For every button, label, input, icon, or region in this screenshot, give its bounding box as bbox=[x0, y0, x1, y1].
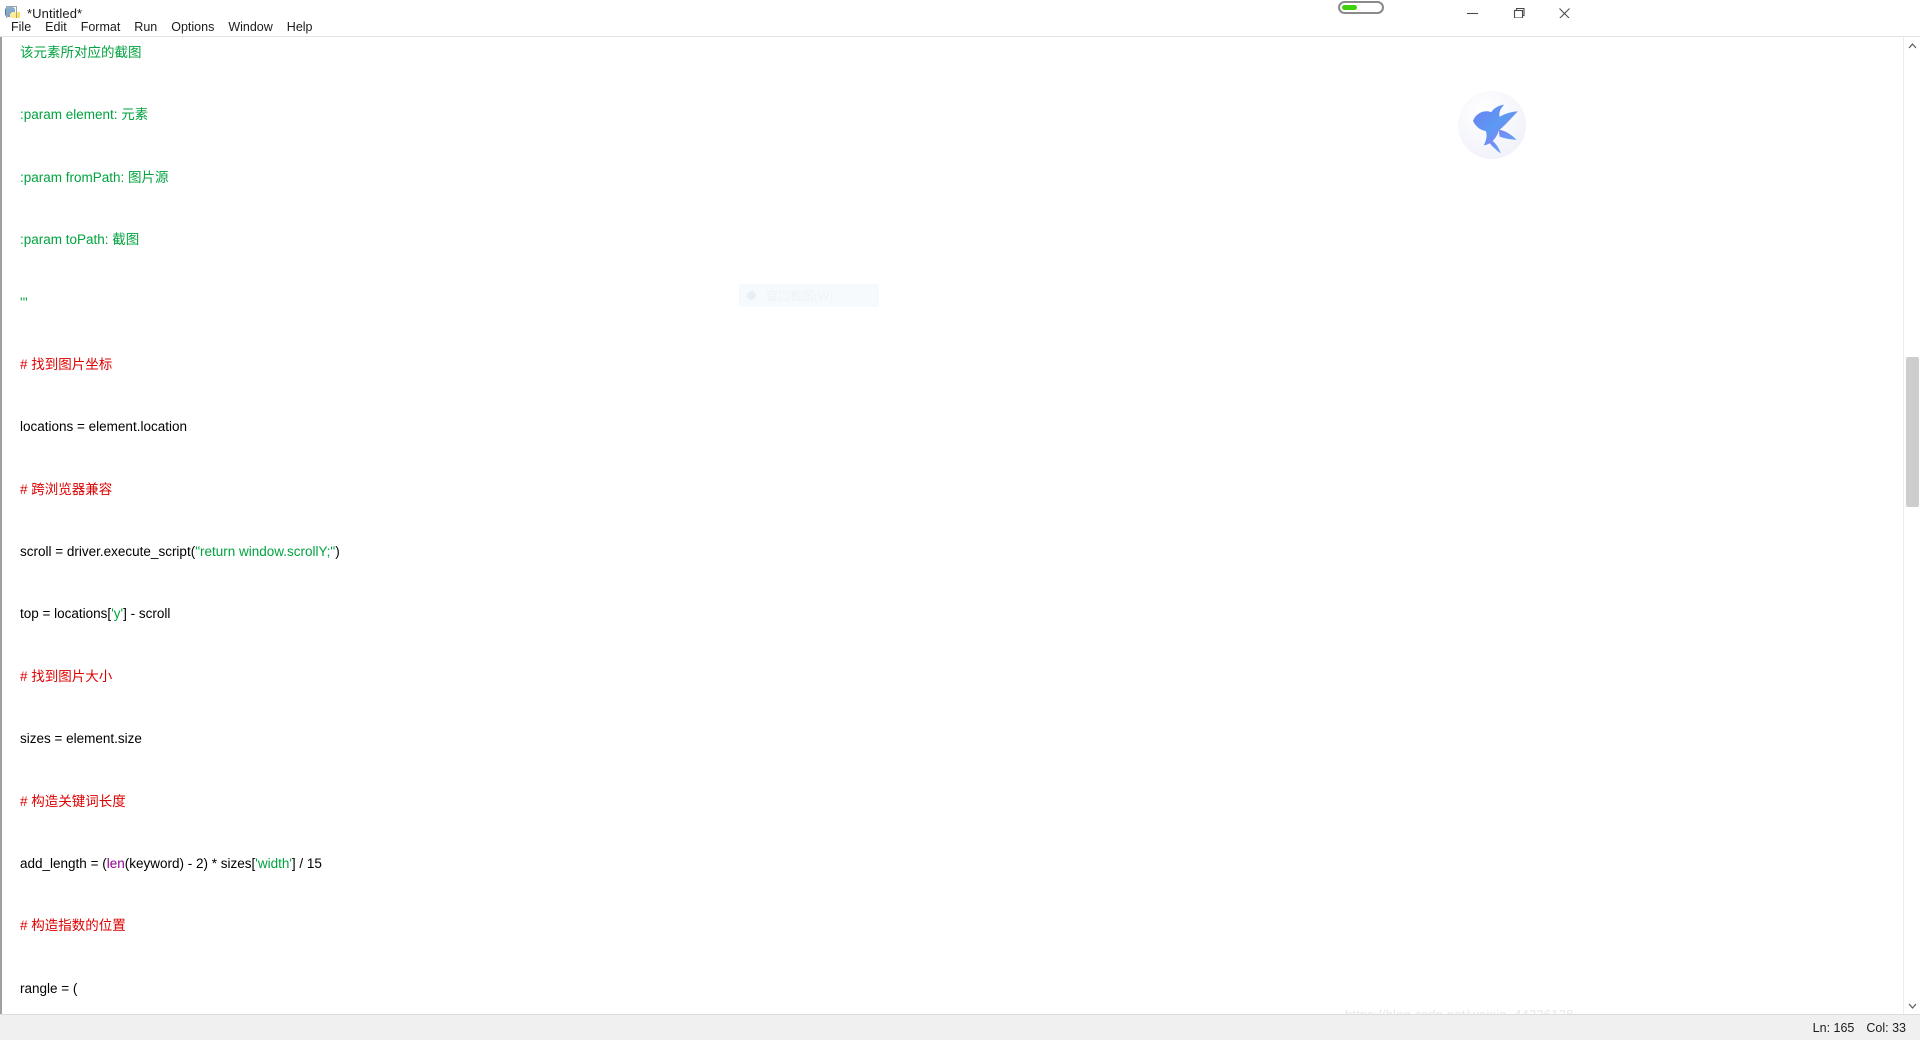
code-line: locations = element.location bbox=[2, 411, 507, 442]
code-token: 该元素所对应的截图 bbox=[20, 45, 142, 60]
code-token: 'y' bbox=[111, 606, 124, 622]
ghost-tool-label: 窗口截图(W) bbox=[766, 289, 834, 303]
code-token: locations = element.location bbox=[20, 419, 187, 435]
menu-item-edit[interactable]: Edit bbox=[38, 19, 74, 36]
code-line: 该元素所对应的截图 bbox=[2, 37, 507, 68]
code-token: (keyword) - 2) * sizes[ bbox=[124, 855, 256, 871]
code-line: :param element: 元素 bbox=[2, 99, 507, 130]
menu-bar: File Edit Format Run Options Window Help bbox=[0, 18, 1920, 37]
code-token: ) bbox=[335, 544, 340, 559]
chevron-down-icon bbox=[1908, 1003, 1917, 1009]
menu-item-run[interactable]: Run bbox=[127, 19, 164, 36]
battery-fill bbox=[1342, 5, 1357, 10]
vertical-scrollbar[interactable] bbox=[1903, 37, 1920, 1014]
code-token: # 构造指数的位置 bbox=[20, 918, 126, 934]
code-token: 'width' bbox=[255, 855, 292, 871]
menu-item-help[interactable]: Help bbox=[280, 19, 320, 36]
code-token: # 找到图片坐标 bbox=[20, 356, 113, 372]
status-column-number: Col: 33 bbox=[1866, 1020, 1906, 1035]
code-token: # 跨浏览器兼容 bbox=[20, 481, 113, 497]
code-text[interactable]: 该元素所对应的截图 :param element: 元素 :param from… bbox=[2, 37, 507, 1014]
code-line: # 找到图片大小 bbox=[2, 661, 507, 692]
code-line: add_length = (len(keyword) - 2) * sizes[… bbox=[2, 848, 507, 879]
code-token: len bbox=[106, 855, 125, 871]
screenshot-tool-ghost-overlay: 窗口截图(W) bbox=[739, 284, 879, 307]
code-line: # 找到图片坐标 bbox=[2, 349, 507, 380]
menu-item-window[interactable]: Window bbox=[221, 19, 279, 36]
code-token: sizes = element.size bbox=[20, 731, 142, 747]
code-line: rangle = ( bbox=[2, 973, 507, 1004]
battery-indicator bbox=[1338, 1, 1384, 14]
ghost-dot-icon bbox=[747, 291, 756, 300]
code-token: ] / 15 bbox=[291, 855, 322, 871]
code-token: # 找到图片大小 bbox=[20, 668, 113, 684]
scrollbar-thumb[interactable] bbox=[1906, 357, 1919, 507]
chevron-up-icon bbox=[1908, 42, 1917, 48]
menu-item-format[interactable]: Format bbox=[74, 19, 128, 36]
code-line: :param fromPath: 图片源 bbox=[2, 162, 507, 193]
code-line: top = locations['y'] - scroll bbox=[2, 598, 507, 629]
menu-item-options[interactable]: Options bbox=[164, 19, 221, 36]
scroll-up-button[interactable] bbox=[1904, 37, 1920, 54]
code-line: scroll = driver.execute_script("return w… bbox=[2, 536, 507, 567]
code-line: :param toPath: 截图 bbox=[2, 224, 507, 255]
code-token: "return window.scrollY;" bbox=[195, 544, 336, 559]
code-line: # 构造关键词长度 bbox=[2, 786, 507, 817]
code-token: :param element: 元素 bbox=[20, 107, 149, 123]
status-line-number: Ln: 165 bbox=[1812, 1020, 1855, 1035]
code-line: # 跨浏览器兼容 bbox=[2, 474, 507, 505]
menu-item-file[interactable]: File bbox=[4, 19, 38, 36]
code-token: top = locations[ bbox=[20, 606, 112, 622]
status-bar: Ln: 165 Col: 33 bbox=[0, 1014, 1920, 1040]
code-token: :param toPath: 截图 bbox=[20, 232, 140, 248]
code-editor[interactable]: 该元素所对应的截图 :param element: 元素 :param from… bbox=[0, 37, 1920, 1014]
code-token: ] - scroll bbox=[123, 606, 171, 622]
code-line: # 构造指数的位置 bbox=[2, 910, 507, 941]
hummingbird-icon bbox=[1472, 104, 1518, 154]
scroll-down-button[interactable] bbox=[1904, 997, 1920, 1014]
hummingbird-logo bbox=[1458, 91, 1526, 159]
code-token: ''' bbox=[20, 294, 28, 310]
code-token: :param fromPath: 图片源 bbox=[20, 169, 169, 185]
code-line: sizes = element.size bbox=[2, 723, 507, 754]
code-token: # 构造关键词长度 bbox=[20, 793, 126, 809]
code-line: ''' bbox=[2, 287, 507, 318]
code-token: scroll = driver.execute_script( bbox=[20, 544, 196, 559]
code-token: rangle = ( bbox=[20, 980, 78, 996]
code-token: add_length = ( bbox=[20, 855, 107, 871]
